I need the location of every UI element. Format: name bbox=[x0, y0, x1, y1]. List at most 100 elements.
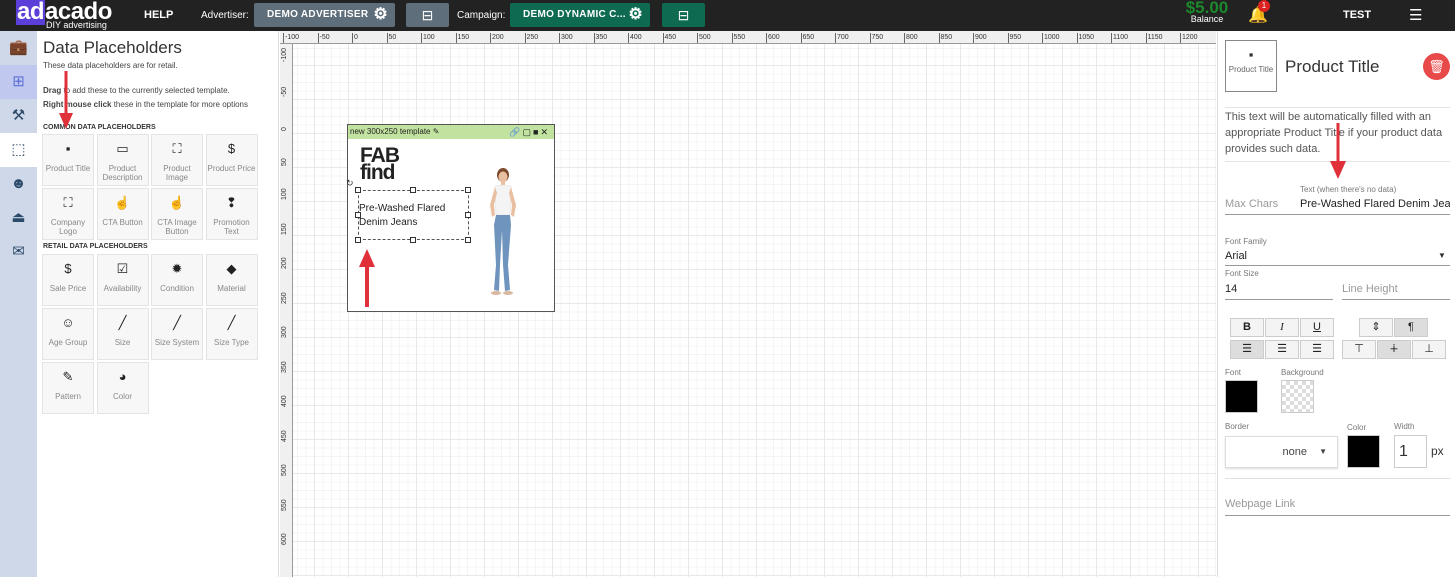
italic-button[interactable]: I bbox=[1265, 318, 1299, 337]
resize-handle[interactable] bbox=[465, 237, 471, 243]
edit-name-icon[interactable]: ✎ bbox=[433, 127, 440, 136]
align-left-icon: ☰ bbox=[1242, 343, 1252, 355]
ruler-tick-label: 450 bbox=[281, 429, 288, 442]
campaign-selector[interactable]: DEMO DYNAMIC C... ⚙ bbox=[510, 3, 650, 27]
border-color-swatch[interactable] bbox=[1347, 435, 1380, 468]
resize-handle[interactable] bbox=[465, 212, 471, 218]
help-link[interactable]: HELP bbox=[144, 9, 173, 21]
valign-middle-button[interactable]: ∔ bbox=[1377, 340, 1411, 359]
placeholder-tile-label: Company Logo bbox=[50, 218, 86, 236]
stamp-icon[interactable]: ⏏ bbox=[0, 201, 37, 235]
briefcase-icon[interactable]: 💼 bbox=[0, 31, 37, 65]
instruction-arrow-up bbox=[359, 249, 375, 307]
material-icon: ◆ bbox=[226, 261, 237, 276]
ruler-tick-label: -100 bbox=[281, 47, 288, 62]
campaign-hierarchy-button[interactable]: ⊟ bbox=[662, 3, 705, 27]
border-style-select[interactable]: none ▼ bbox=[1225, 436, 1338, 468]
nodata-text-input[interactable]: Pre-Washed Flared Denim Jeans bbox=[1300, 198, 1450, 210]
ruler-tick-label: 250 bbox=[524, 33, 538, 43]
placeholder-tile-size-type[interactable]: ╱ Size Type bbox=[205, 308, 258, 360]
line-height-input[interactable]: Line Height bbox=[1342, 283, 1398, 295]
font-size-input[interactable]: 14 bbox=[1225, 283, 1237, 295]
campaign-label: Campaign: bbox=[457, 10, 506, 21]
link-icon[interactable]: 🔗 bbox=[509, 127, 522, 137]
placeholder-tile-material[interactable]: ◆ Material bbox=[205, 254, 258, 306]
cta-image-button-icon: ☝ bbox=[168, 195, 186, 210]
sale-price-icon: $ bbox=[64, 261, 72, 276]
placeholder-tile-label: Product Title bbox=[45, 164, 91, 173]
resize-handle[interactable] bbox=[355, 237, 361, 243]
twitter-icon[interactable]: ✉ bbox=[0, 235, 37, 269]
hamburger-menu-icon[interactable]: ☰ bbox=[1409, 6, 1422, 24]
bell-icon[interactable]: 🔔 1 bbox=[1248, 0, 1270, 25]
font-color-swatch[interactable] bbox=[1225, 380, 1258, 413]
campaign-settings-icon[interactable]: ⚙ bbox=[628, 3, 643, 27]
tools-icon[interactable]: ⚒ bbox=[0, 99, 37, 133]
balance[interactable]: $5.00 Balance bbox=[1167, 0, 1247, 24]
data-placeholder-icon[interactable]: ⬚ bbox=[0, 133, 37, 167]
properties-title: Product Title bbox=[1285, 57, 1380, 76]
resize-handle[interactable] bbox=[410, 237, 416, 243]
resize-handle[interactable] bbox=[465, 187, 471, 193]
align-center-button[interactable]: ☰ bbox=[1265, 340, 1299, 359]
emoji-icon[interactable]: ☻ bbox=[0, 167, 37, 201]
advertiser-settings-icon[interactable]: ⚙ bbox=[373, 3, 388, 27]
valign-bottom-icon: ⊥ bbox=[1424, 343, 1434, 355]
font-family-select[interactable]: Arial bbox=[1225, 250, 1247, 262]
placeholder-tile-product-image[interactable]: ⛶ Product Image bbox=[151, 134, 203, 186]
placeholder-tile-size[interactable]: ╱ Size bbox=[96, 308, 149, 360]
placeholder-tile-product-price[interactable]: $ Product Price bbox=[205, 134, 258, 186]
placeholder-tile-company-logo[interactable]: ⛶ Company Logo bbox=[42, 188, 94, 240]
placeholder-tile-color[interactable]: ◕ Color bbox=[96, 362, 149, 414]
valign-bottom-button[interactable]: ⊥ bbox=[1412, 340, 1446, 359]
placeholder-tile-cta-button[interactable]: ☝ CTA Button bbox=[96, 188, 149, 240]
underline-button[interactable]: U bbox=[1300, 318, 1334, 337]
resize-handle[interactable] bbox=[410, 187, 416, 193]
ruler-tick-label: 550 bbox=[731, 33, 745, 43]
valign-top-button[interactable]: ⊤ bbox=[1342, 340, 1376, 359]
border-width-input[interactable]: 1 bbox=[1394, 435, 1427, 468]
company-logo-icon: ⛶ bbox=[63, 195, 73, 210]
resize-icon[interactable]: ▢ bbox=[523, 127, 534, 137]
advertiser-hierarchy-button[interactable]: ⊟ bbox=[406, 3, 449, 27]
data-placeholders-panel: Data Placeholders These data placeholder… bbox=[37, 31, 279, 577]
rotate-handle-icon[interactable]: ↻ bbox=[346, 178, 354, 189]
placeholder-tile-promotion-text[interactable]: ❢ Promotion Text bbox=[205, 188, 258, 240]
resize-handle[interactable] bbox=[355, 187, 361, 193]
placeholder-tile-product-title[interactable]: ▪ Product Title bbox=[42, 134, 94, 186]
adacado-logo[interactable]: adacado DIY advertising bbox=[14, 0, 114, 31]
placeholder-tile-condition[interactable]: ✹ Condition bbox=[151, 254, 203, 306]
placeholder-tile-age-group[interactable]: ☺ Age Group bbox=[42, 308, 94, 360]
placeholder-tile-cta-image-button[interactable]: ☝ CTA Image Button bbox=[151, 188, 203, 240]
paragraph-button[interactable]: ¶ bbox=[1394, 318, 1428, 337]
user-menu[interactable]: TEST bbox=[1343, 9, 1371, 21]
trash-icon: 🗑 bbox=[1428, 59, 1445, 74]
bold-button[interactable]: B bbox=[1230, 318, 1264, 337]
line-spacing-button[interactable]: ⇕ bbox=[1359, 318, 1393, 337]
placeholder-tile-label: CTA Image Button bbox=[157, 218, 197, 236]
add-layer-icon[interactable]: ⊞ bbox=[0, 65, 37, 99]
brand-logo[interactable]: FAB find bbox=[360, 145, 400, 183]
delete-element-button[interactable]: 🗑 bbox=[1423, 53, 1450, 80]
webpage-link-input[interactable]: Webpage Link bbox=[1225, 498, 1295, 510]
resize-handle[interactable] bbox=[355, 212, 361, 218]
chevron-down-icon[interactable]: ▼ bbox=[1438, 251, 1446, 260]
font-family-label: Font Family bbox=[1225, 237, 1267, 246]
placeholder-tile-availability[interactable]: ☑ Availability bbox=[96, 254, 149, 306]
product-image[interactable] bbox=[478, 165, 528, 300]
align-right-button[interactable]: ☰ bbox=[1300, 340, 1334, 359]
nodata-text-label: Text (when there's no data) bbox=[1300, 185, 1397, 194]
template-header[interactable]: new 300x250 template ✎ 🔗▢■✕ bbox=[348, 125, 554, 139]
placeholder-tile-pattern[interactable]: ✎ Pattern bbox=[42, 362, 94, 414]
close-icon[interactable]: ✕ bbox=[540, 127, 550, 137]
advertiser-selector[interactable]: DEMO ADVERTISER ⚙ bbox=[254, 3, 395, 27]
align-center-icon: ☰ bbox=[1277, 343, 1287, 355]
ruler-tick-label: 1000 bbox=[1042, 33, 1060, 43]
background-color-swatch[interactable] bbox=[1281, 380, 1314, 413]
max-chars-input[interactable]: Max Chars bbox=[1225, 198, 1278, 210]
placeholder-tile-size-system[interactable]: ╱ Size System bbox=[151, 308, 203, 360]
selected-product-title-element[interactable]: Pre-Washed Flared Denim Jeans bbox=[358, 190, 469, 240]
placeholder-tile-sale-price[interactable]: $ Sale Price bbox=[42, 254, 94, 306]
placeholder-tile-product-description[interactable]: ▭ Product Description bbox=[96, 134, 149, 186]
align-left-button[interactable]: ☰ bbox=[1230, 340, 1264, 359]
